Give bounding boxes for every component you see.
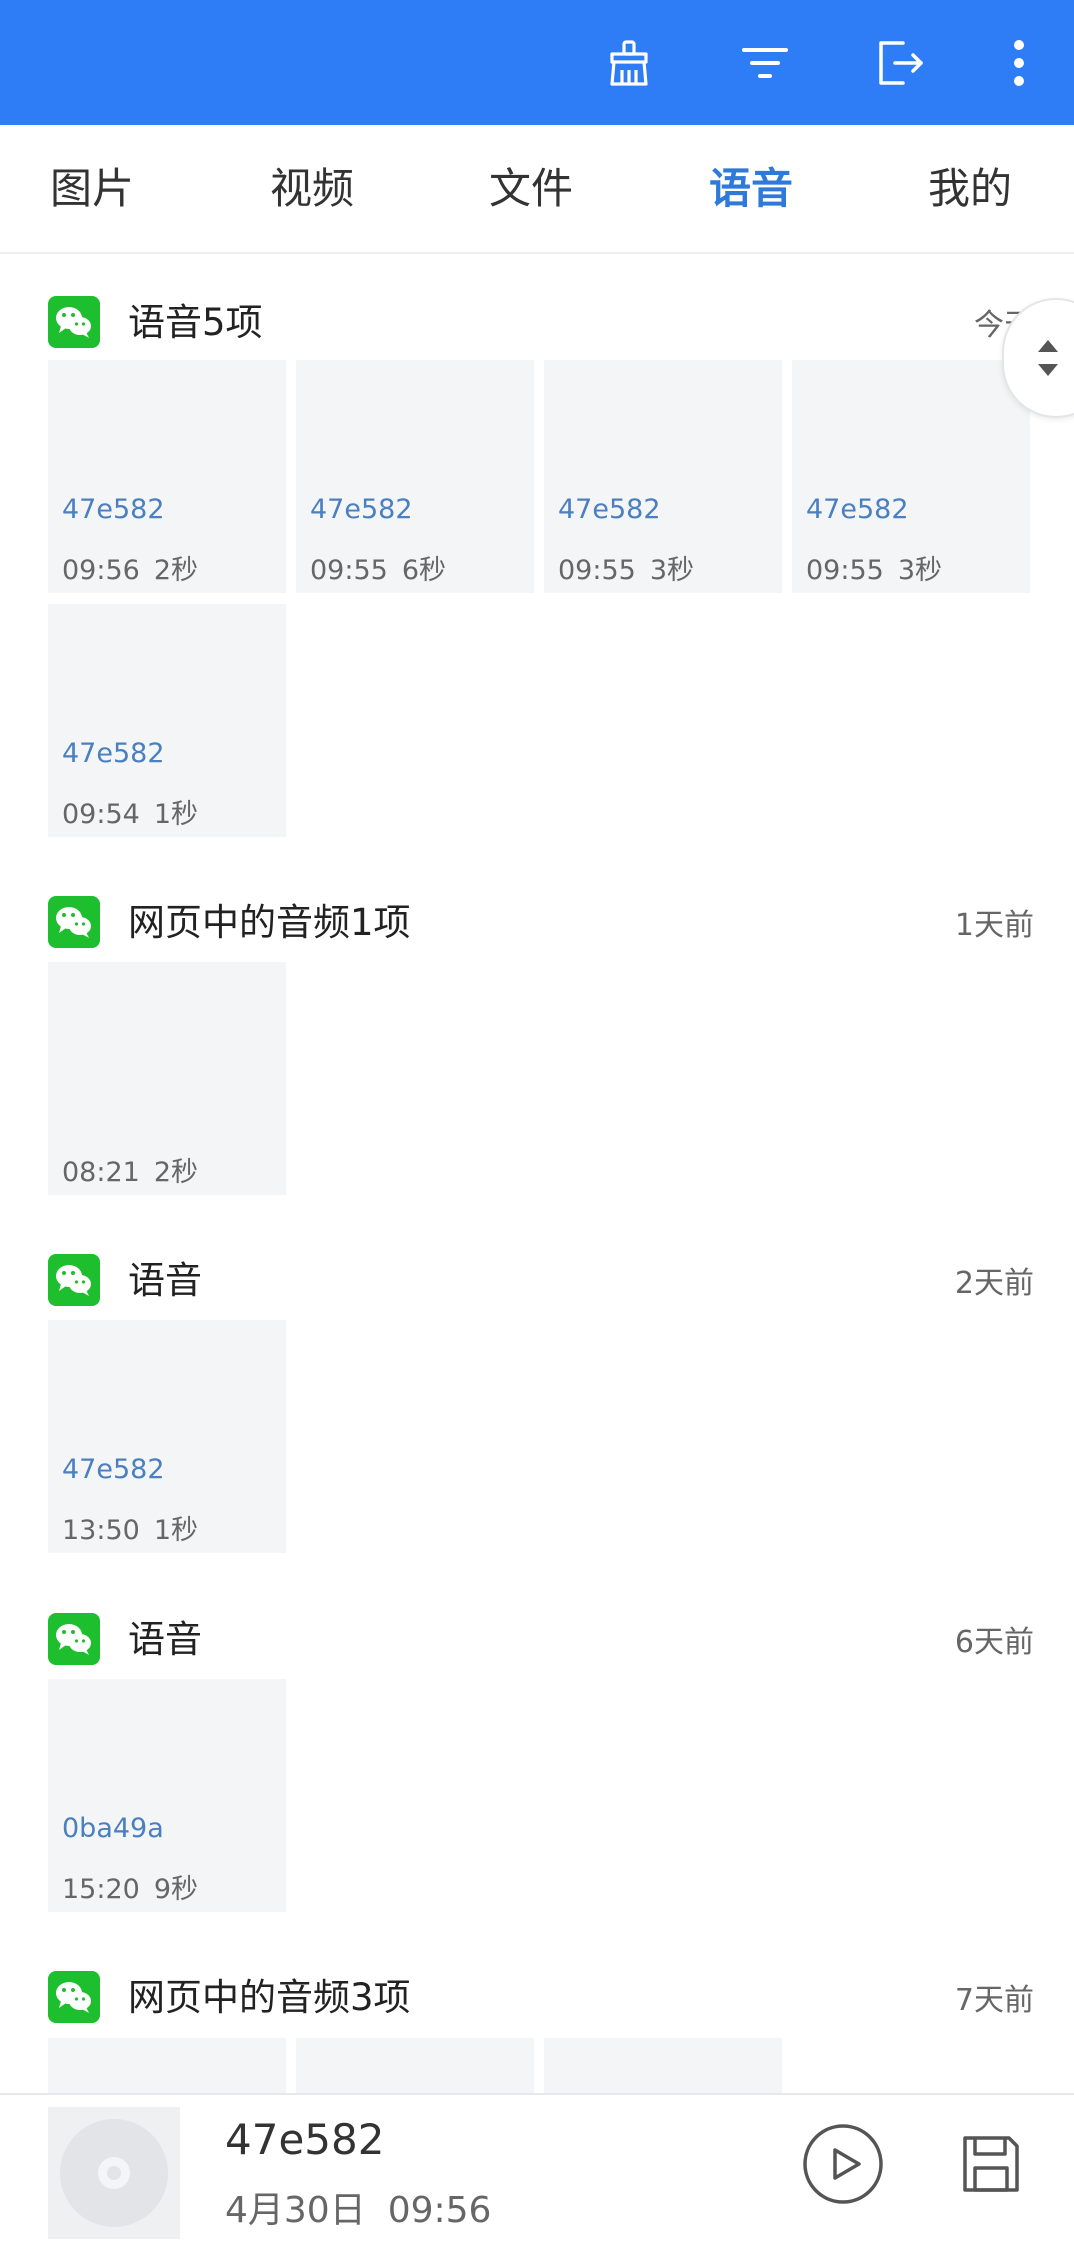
- play-button[interactable]: [800, 2121, 886, 2207]
- player-track-title: 47e582: [225, 2115, 385, 2164]
- tab-mine[interactable]: 我的: [928, 125, 1012, 252]
- voice-item-meta: 08:21 2秒: [62, 1150, 212, 1189]
- voice-item-meta: 13:50 1秒: [62, 1508, 212, 1547]
- section-date: 2天前: [954, 1266, 1034, 1301]
- section-title: 语音: [128, 1618, 202, 1661]
- filter-icon[interactable]: [732, 30, 798, 96]
- voice-item[interactable]: 47e582 09:56 2秒: [48, 360, 286, 593]
- save-icon: [963, 2136, 1019, 2192]
- section-title: 网页中的音频3项: [128, 1976, 411, 2019]
- section-date: 1天前: [954, 908, 1034, 943]
- album-art: [48, 2107, 180, 2239]
- voice-item[interactable]: 0ba49a 15:20 9秒: [48, 1679, 286, 1912]
- voice-item-time: 15:20: [62, 1874, 140, 1905]
- voice-item-meta: 15:20 9秒: [62, 1867, 212, 1906]
- wechat-icon: [48, 896, 100, 948]
- tab-videos[interactable]: 视频: [270, 125, 354, 252]
- top-toolbar: [0, 0, 1074, 125]
- section-header: 语音5项 今天: [0, 276, 1074, 366]
- voice-item-meta: 09:55 3秒: [558, 548, 708, 587]
- voice-list[interactable]: 语音5项 今天 47e582 09:56 2秒 47e582 09:55 6秒 47…: [0, 254, 1074, 2094]
- voice-item-name: 0ba49a: [62, 1813, 164, 1844]
- voice-item-duration: 9秒: [153, 1874, 198, 1905]
- voice-item[interactable]: [296, 2038, 534, 2094]
- voice-item-duration: 3秒: [649, 555, 694, 586]
- voice-item-time: 09:55: [558, 555, 636, 586]
- broom-icon[interactable]: [596, 30, 662, 96]
- voice-item-meta: 09:56 2秒: [62, 548, 212, 587]
- player-time: 09:56: [387, 2190, 492, 2231]
- voice-item[interactable]: 47e582 13:50 1秒: [48, 1320, 286, 1553]
- section-header: 网页中的音频3项 7天前: [0, 1951, 1074, 2041]
- section-date: 6天前: [954, 1625, 1034, 1660]
- voice-item-duration: 3秒: [897, 555, 942, 586]
- play-icon: [803, 2124, 883, 2204]
- voice-item-name: 47e582: [310, 494, 413, 525]
- voice-item-meta: 09:55 3秒: [806, 548, 956, 587]
- wechat-icon: [48, 296, 100, 348]
- voice-item-name: 47e582: [62, 494, 165, 525]
- section-title: 语音: [128, 1259, 202, 1302]
- tab-voice[interactable]: 语音: [709, 125, 793, 252]
- voice-item[interactable]: [544, 2038, 782, 2094]
- tab-files[interactable]: 文件: [489, 125, 573, 252]
- voice-item-time: 09:55: [806, 555, 884, 586]
- player-date: 4月30日: [225, 2190, 366, 2231]
- more-vertical-icon[interactable]: [986, 30, 1052, 96]
- voice-item-time: 09:54: [62, 799, 140, 830]
- voice-item-name: 47e582: [62, 738, 165, 769]
- wechat-icon: [48, 1254, 100, 1306]
- voice-item[interactable]: 08:21 2秒: [48, 962, 286, 1195]
- tab-images[interactable]: 图片: [50, 125, 134, 252]
- voice-item-duration: 1秒: [153, 1515, 198, 1546]
- section-date: 7天前: [954, 1983, 1034, 2018]
- voice-item-time: 13:50: [62, 1515, 140, 1546]
- section-header: 网页中的音频1项 1天前: [0, 876, 1074, 966]
- voice-item-name: 47e582: [806, 494, 909, 525]
- section-title: 语音5项: [128, 301, 263, 344]
- voice-item-time: 09:56: [62, 555, 140, 586]
- voice-item-duration: 1秒: [153, 799, 198, 830]
- section-header: 语音 2天前: [0, 1234, 1074, 1324]
- player-track-time: 4月30日 09:56: [225, 2181, 513, 2233]
- wechat-icon: [48, 1971, 100, 2023]
- voice-item-meta: 09:54 1秒: [62, 792, 212, 831]
- voice-item-time: 08:21: [62, 1157, 140, 1188]
- save-button[interactable]: [950, 2123, 1032, 2205]
- voice-item-duration: 6秒: [401, 555, 446, 586]
- voice-item-name: 47e582: [558, 494, 661, 525]
- category-tabs: 图片 视频 文件 语音 我的: [0, 125, 1074, 254]
- wechat-icon: [48, 1613, 100, 1665]
- voice-item[interactable]: [48, 2038, 286, 2094]
- voice-item-name: 47e582: [62, 1454, 165, 1485]
- voice-item-duration: 2秒: [153, 555, 198, 586]
- voice-item[interactable]: 47e582 09:55 3秒: [544, 360, 782, 593]
- mini-player: 47e582 4月30日 09:56: [0, 2093, 1074, 2243]
- voice-item[interactable]: 47e582 09:55 6秒: [296, 360, 534, 593]
- voice-item[interactable]: 47e582 09:54 1秒: [48, 604, 286, 837]
- section-header: 语音 6天前: [0, 1593, 1074, 1683]
- voice-item[interactable]: 47e582 09:55 3秒: [792, 360, 1030, 593]
- sort-arrows-icon: [1038, 340, 1058, 376]
- voice-item-duration: 2秒: [153, 1157, 198, 1188]
- exit-icon[interactable]: [866, 30, 932, 96]
- section-title: 网页中的音频1项: [128, 901, 411, 944]
- disc-icon: [60, 2119, 168, 2227]
- voice-item-meta: 09:55 6秒: [310, 548, 460, 587]
- voice-item-time: 09:55: [310, 555, 388, 586]
